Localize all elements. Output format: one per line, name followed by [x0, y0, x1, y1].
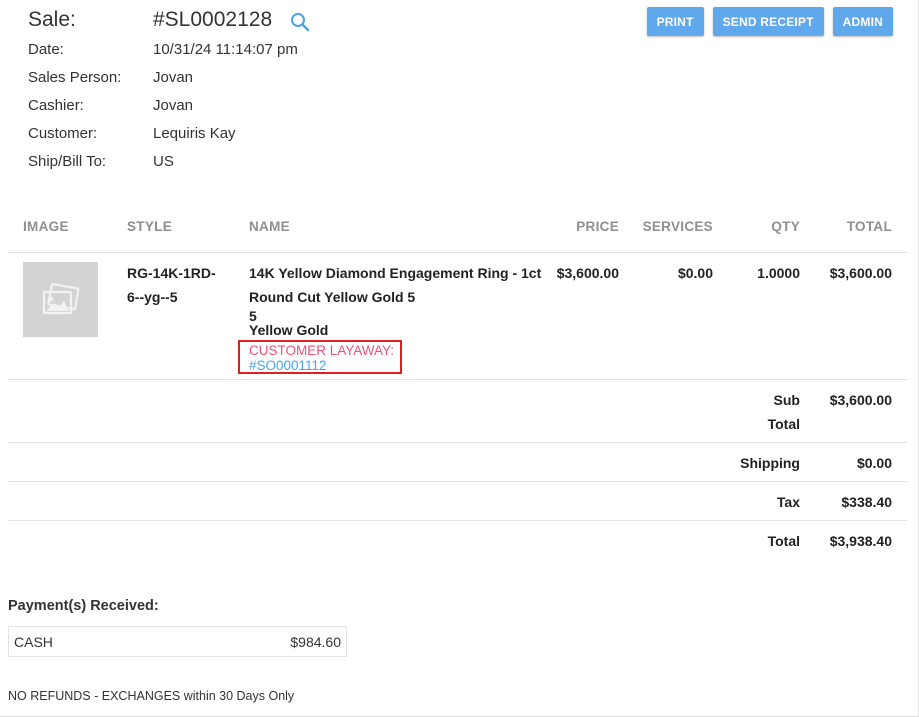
item-qty: 1.0000: [757, 265, 800, 281]
date-label: Date:: [28, 41, 64, 58]
col-header-image: IMAGE: [23, 219, 69, 234]
col-header-services: SERVICES: [642, 219, 713, 234]
cashier-value: Jovan: [153, 97, 194, 114]
tax-label: Tax: [776, 494, 800, 510]
item-name-line2: Round Cut Yellow Gold 5: [249, 289, 416, 305]
salesperson-label: Sales Person:: [28, 69, 122, 86]
admin-button[interactable]: ADMIN: [832, 7, 893, 36]
subtotal-value: $3,600.00: [829, 392, 892, 408]
subtotal-label-line1: Sub: [773, 392, 800, 408]
ship-label: Ship/Bill To:: [28, 153, 107, 170]
col-header-total: TOTAL: [846, 219, 892, 234]
item-services: $0.00: [677, 265, 713, 281]
shipping-value: $0.00: [856, 455, 892, 471]
col-header-style: STYLE: [127, 219, 173, 234]
customer-label: Customer:: [28, 125, 98, 142]
sale-number: #SL0002128: [153, 8, 273, 31]
tax-divider: [8, 520, 907, 521]
date-value: 10/31/24 11:14:07 pm: [153, 41, 298, 58]
header-divider: [8, 252, 907, 253]
subtotal-label-line2: Total: [767, 416, 800, 432]
send-receipt-button[interactable]: SEND RECEIPT: [712, 7, 824, 36]
subtotal-divider: [8, 442, 907, 443]
col-header-price: PRICE: [576, 219, 619, 234]
image-placeholder-icon: [42, 282, 79, 314]
payment-row: CASH $984.60: [8, 626, 347, 657]
item-style-line1: RG-14K-1RD-: [127, 265, 216, 281]
col-header-qty: QTY: [771, 219, 800, 234]
search-icon[interactable]: [290, 12, 310, 32]
customer-link[interactable]: Lequiris Kay: [153, 120, 236, 148]
item-attr-metal: Yellow Gold: [249, 322, 329, 338]
total-value: $3,938.40: [829, 533, 892, 549]
ship-value: US: [153, 153, 174, 170]
payment-method: CASH: [14, 634, 53, 650]
sale-label: Sale:: [28, 8, 76, 31]
refund-policy-note: NO REFUNDS - EXCHANGES within 30 Days On…: [8, 689, 295, 703]
salesperson-value: Jovan: [153, 69, 194, 86]
col-header-name: NAME: [249, 219, 290, 234]
total-label: Total: [767, 533, 800, 549]
item-price: $3,600.00: [556, 265, 619, 281]
item-total: $3,600.00: [829, 265, 892, 281]
item-name-line1: 14K Yellow Diamond Engagement Ring - 1ct: [249, 265, 542, 281]
cashier-label: Cashier:: [28, 97, 84, 114]
item-divider: [8, 379, 907, 380]
payment-amount: $984.60: [290, 634, 341, 650]
print-button[interactable]: PRINT: [646, 7, 704, 36]
action-buttons: PRINT SEND RECEIPT ADMIN: [646, 7, 893, 36]
shipping-label: Shipping: [740, 455, 800, 471]
product-image: [23, 262, 98, 337]
tax-value: $338.40: [841, 494, 892, 510]
item-style-line2: 6--yg--5: [127, 289, 178, 305]
shipping-divider: [8, 481, 907, 482]
layaway-order-link[interactable]: #SO0001112: [249, 358, 327, 373]
layaway-label: CUSTOMER LAYAWAY:: [249, 343, 395, 358]
payments-title: Payment(s) Received:: [8, 598, 159, 614]
